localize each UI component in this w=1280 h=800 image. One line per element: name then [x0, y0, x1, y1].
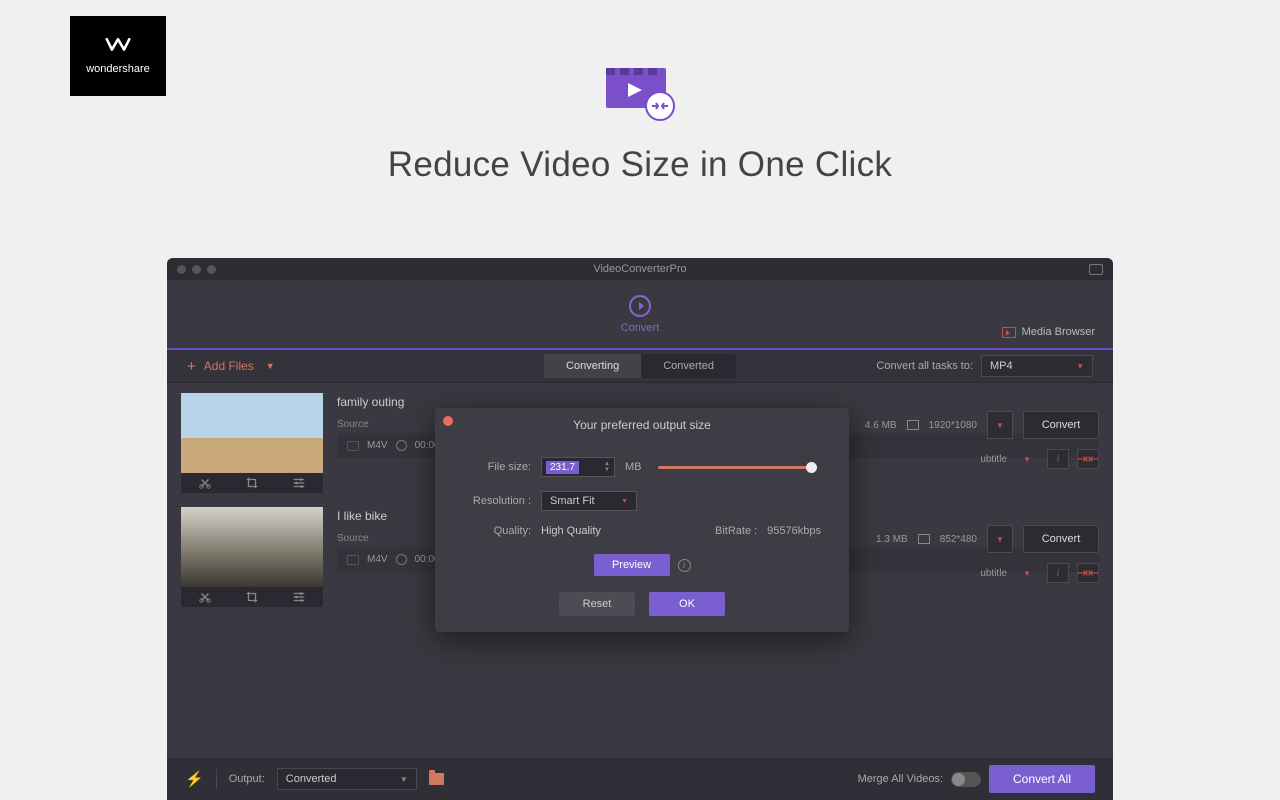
preview-button[interactable]: Preview	[594, 554, 670, 576]
file-size: 1.3 MB	[876, 534, 908, 545]
open-folder-button[interactable]	[429, 773, 444, 785]
merge-label: Merge All Videos:	[858, 773, 943, 785]
filesize-value: 231.7	[546, 461, 579, 474]
resolution-value: Smart Fit	[550, 495, 595, 507]
quality-label: Quality:	[463, 525, 531, 537]
video-thumbnail[interactable]	[181, 507, 323, 587]
quality-value: High Quality	[541, 525, 601, 537]
convert-button[interactable]: Convert	[1023, 411, 1099, 439]
format-text: M4V	[367, 554, 388, 565]
file-size: 4.6 MB	[865, 420, 897, 431]
format-icon	[347, 555, 359, 565]
ok-button[interactable]: OK	[649, 592, 725, 616]
format-text: M4V	[367, 440, 388, 451]
effects-icon[interactable]	[292, 476, 306, 490]
convert-button[interactable]: Convert	[1023, 525, 1099, 553]
scissors-icon[interactable]	[198, 476, 212, 490]
chat-icon[interactable]	[1089, 264, 1103, 275]
divider	[216, 769, 217, 789]
top-section: Convert Media Browser	[167, 280, 1113, 350]
filesize-slider[interactable]	[658, 466, 816, 469]
scissors-icon[interactable]	[198, 590, 212, 604]
tab-converting[interactable]: Converting	[544, 354, 641, 378]
media-browser-button[interactable]: Media Browser	[1002, 326, 1095, 338]
thumb-toolbar	[181, 473, 323, 493]
close-button[interactable]	[443, 416, 453, 426]
wondershare-icon	[105, 37, 131, 57]
window-controls[interactable]	[177, 265, 216, 274]
hero-section: Reduce Video Size in One Click	[0, 62, 1280, 185]
compress-video-icon	[598, 62, 682, 122]
info-button[interactable]: i	[1047, 449, 1069, 469]
tab-convert[interactable]: Convert	[621, 295, 660, 334]
status-tabs: Converting Converted	[544, 354, 736, 378]
clock-icon	[396, 440, 407, 451]
dialog-title: Your preferred output size	[435, 408, 849, 450]
convert-all-to: Convert all tasks to: MP4 ▼	[876, 355, 1093, 377]
crop-icon[interactable]	[245, 476, 259, 490]
resolution-dropdown[interactable]: Smart Fit ▼	[541, 491, 637, 511]
subtitle-text: ubtitle	[980, 568, 1007, 579]
crop-icon[interactable]	[245, 590, 259, 604]
resolution-icon	[907, 420, 919, 430]
merge-toggle[interactable]	[951, 772, 981, 787]
convert-label: Convert	[621, 322, 660, 334]
resolution-text: 1920*1080	[929, 420, 977, 431]
media-browser-icon	[1002, 327, 1016, 338]
subtitle-dropdown[interactable]: ▼	[1015, 449, 1039, 469]
effects-icon[interactable]	[292, 590, 306, 604]
plus-icon: +	[187, 358, 196, 375]
format-icon	[347, 441, 359, 451]
bitrate-label: BitRate :	[715, 525, 757, 537]
file-title: family outing	[337, 395, 1099, 409]
compress-button[interactable]: ⇥⇤	[1077, 563, 1099, 583]
titlebar: VideoConverterPro	[167, 258, 1113, 280]
output-folder-value: Converted	[286, 773, 337, 785]
hero-title: Reduce Video Size in One Click	[0, 145, 1280, 185]
output-preset-dropdown[interactable]: ▼	[987, 411, 1013, 439]
app-window: VideoConverterPro Convert Media Browser …	[167, 258, 1113, 800]
video-thumbnail[interactable]	[181, 393, 323, 473]
window-title: VideoConverterPro	[593, 263, 686, 275]
tab-converted[interactable]: Converted	[641, 354, 736, 378]
info-icon[interactable]: i	[678, 559, 691, 572]
output-size-dialog: Your preferred output size File size: 23…	[435, 408, 849, 632]
media-browser-label: Media Browser	[1022, 326, 1095, 338]
source-label: Source	[337, 533, 377, 544]
convert-icon	[629, 295, 651, 317]
reset-button[interactable]: Reset	[559, 592, 635, 616]
mb-unit: MB	[625, 461, 642, 473]
stepper-icon[interactable]: ▲▼	[604, 462, 610, 473]
gpu-accel-icon[interactable]: ⚡	[185, 770, 204, 788]
resolution-icon	[918, 534, 930, 544]
convert-all-button[interactable]: Convert All	[989, 765, 1095, 793]
add-files-button[interactable]: + Add Files ▼	[187, 358, 275, 375]
subtitle-dropdown[interactable]: ▼	[1015, 563, 1039, 583]
chevron-down-icon: ▼	[266, 361, 275, 371]
bottom-bar: ⚡ Output: Converted ▼ Merge All Videos: …	[167, 758, 1113, 800]
clock-icon	[396, 554, 407, 565]
chevron-down-icon: ▼	[1076, 362, 1084, 371]
output-preset-dropdown[interactable]: ▼	[987, 525, 1013, 553]
format-value: MP4	[990, 360, 1013, 372]
filesize-label: File size:	[463, 461, 531, 473]
output-folder-dropdown[interactable]: Converted ▼	[277, 768, 417, 790]
bitrate-value: 95576kbps	[767, 525, 821, 537]
thumb-toolbar	[181, 587, 323, 607]
filesize-input[interactable]: 231.7 ▲▼	[541, 457, 615, 477]
output-label: Output:	[229, 773, 265, 785]
chevron-down-icon: ▼	[621, 498, 628, 505]
source-label: Source	[337, 419, 377, 430]
slider-thumb[interactable]	[806, 462, 817, 473]
subtitle-text: ubtitle	[980, 454, 1007, 465]
compress-button[interactable]: ⇥⇤	[1077, 449, 1099, 469]
output-format-dropdown[interactable]: MP4 ▼	[981, 355, 1093, 377]
resolution-label: Resolution :	[463, 495, 531, 507]
convert-all-label: Convert all tasks to:	[876, 360, 973, 372]
add-files-label: Add Files	[204, 359, 254, 373]
info-button[interactable]: i	[1047, 563, 1069, 583]
chevron-down-icon: ▼	[400, 775, 408, 784]
resolution-text: 852*480	[940, 534, 977, 545]
toolbar: + Add Files ▼ Converting Converted Conve…	[167, 350, 1113, 383]
